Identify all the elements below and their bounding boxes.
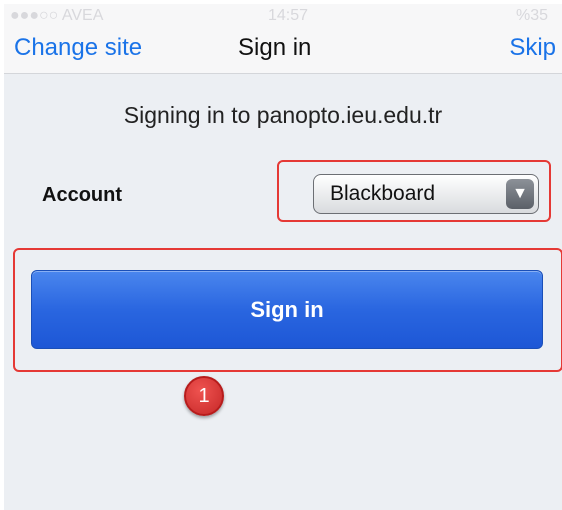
step-number-badge: 1: [184, 376, 224, 416]
skip-button[interactable]: Skip: [509, 34, 556, 62]
account-label: Account: [42, 184, 122, 206]
account-select[interactable]: Blackboard ▼: [313, 174, 539, 214]
chevron-down-icon: ▼: [506, 179, 534, 209]
status-bar: ●●●○○ AVEA 14:57 %35: [4, 4, 562, 28]
sign-in-button[interactable]: Sign in: [31, 270, 543, 349]
battery-level: %35: [515, 7, 548, 24]
page-title: Sign in: [238, 34, 312, 61]
change-site-button[interactable]: Change site: [14, 34, 142, 62]
clock: 14:57: [268, 7, 309, 24]
signing-in-message: Signing in to panopto.ieu.edu.tr: [123, 102, 443, 128]
carrier-label: ●●●○○ AVEA: [10, 7, 104, 24]
app-screen: ●●●○○ AVEA 14:57 %35 Change site Sign in…: [4, 4, 562, 510]
navigation-bar: Change site Sign in Skip: [4, 26, 562, 74]
account-select-value: Blackboard: [330, 182, 436, 205]
sign-in-button-label: Sign in: [250, 297, 324, 322]
